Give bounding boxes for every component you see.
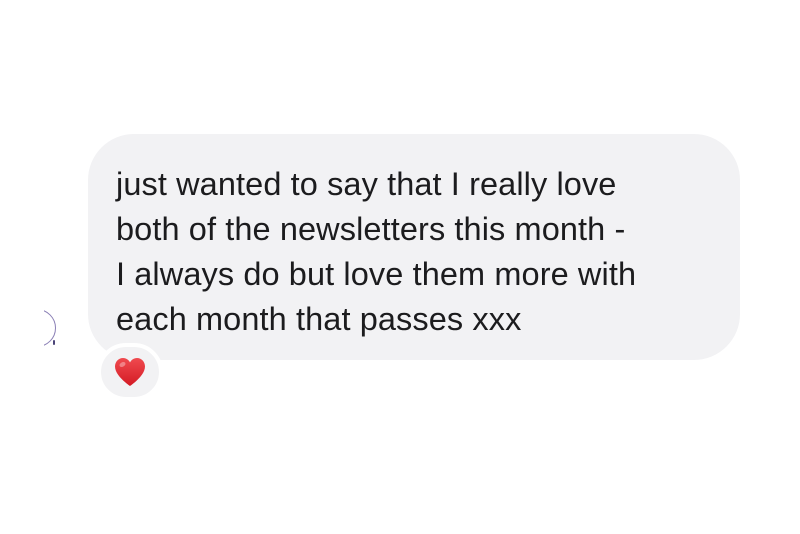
heart-icon bbox=[115, 358, 145, 386]
message-line: I always do but love them more with bbox=[116, 256, 637, 292]
message-bubble[interactable]: just wanted to say that I really love bo… bbox=[88, 134, 740, 360]
message-line: each month that passes xxx bbox=[116, 301, 522, 337]
sender-avatar[interactable] bbox=[44, 309, 60, 351]
avatar-status-mark bbox=[53, 340, 55, 345]
reaction-badge[interactable] bbox=[97, 343, 163, 401]
message-line: both of the newsletters this month - bbox=[116, 211, 626, 247]
message-text: just wanted to say that I really love bo… bbox=[116, 162, 712, 342]
message-line: just wanted to say that I really love bbox=[116, 166, 617, 202]
